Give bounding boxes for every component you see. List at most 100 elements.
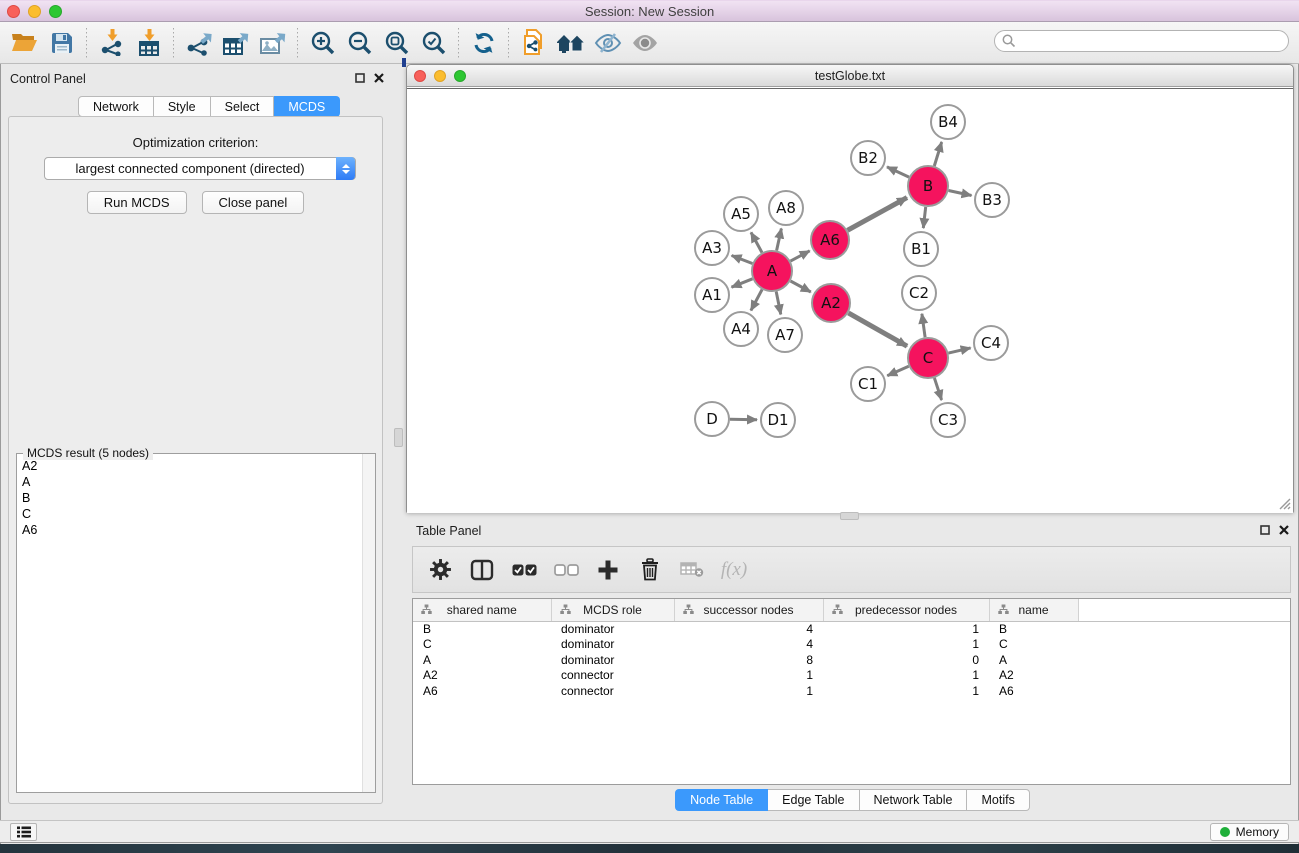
table-cell[interactable]: 1 bbox=[823, 683, 989, 699]
table-cell[interactable]: 1 bbox=[674, 668, 823, 684]
import-network-button[interactable] bbox=[93, 25, 130, 61]
table-row[interactable]: Bdominator41B bbox=[413, 621, 1291, 637]
graph-edge-B-B2[interactable] bbox=[887, 167, 909, 177]
table-cell[interactable]: A bbox=[413, 652, 551, 668]
graph-node-A6[interactable]: A6 bbox=[811, 221, 849, 259]
table-cell[interactable]: 1 bbox=[823, 621, 989, 637]
network-window-titlebar[interactable]: testGlobe.txt bbox=[407, 65, 1293, 87]
delete-table-button[interactable] bbox=[679, 562, 705, 577]
zoom-fit-button[interactable] bbox=[378, 25, 415, 61]
table-cell[interactable]: connector bbox=[551, 668, 674, 684]
graph-edge-A2-C[interactable] bbox=[848, 313, 907, 346]
close-panel-icon[interactable] bbox=[1279, 525, 1289, 535]
table-cell[interactable]: 1 bbox=[674, 683, 823, 699]
task-history-button[interactable] bbox=[10, 823, 37, 841]
memory-button[interactable]: Memory bbox=[1210, 823, 1289, 841]
graph-node-B1[interactable]: B1 bbox=[904, 232, 938, 266]
table-cell[interactable]: connector bbox=[551, 683, 674, 699]
float-panel-icon[interactable] bbox=[355, 73, 365, 83]
export-image-button[interactable] bbox=[254, 25, 291, 61]
graph-node-B3[interactable]: B3 bbox=[975, 183, 1009, 217]
search-input[interactable] bbox=[994, 30, 1289, 52]
graph-edge-A-A8[interactable] bbox=[777, 229, 782, 251]
graph-node-A4[interactable]: A4 bbox=[724, 312, 758, 346]
table-cell[interactable]: A2 bbox=[989, 668, 1078, 684]
graph-edge-C-C3[interactable] bbox=[934, 378, 941, 400]
graph-node-A2[interactable]: A2 bbox=[812, 284, 850, 322]
table-cell[interactable]: dominator bbox=[551, 637, 674, 653]
table-cell[interactable]: A6 bbox=[413, 683, 551, 699]
table-cell[interactable]: 4 bbox=[674, 621, 823, 637]
graph-node-B2[interactable]: B2 bbox=[851, 141, 885, 175]
close-window-button[interactable] bbox=[7, 5, 20, 18]
table-row[interactable]: A6connector11A6 bbox=[413, 683, 1291, 699]
table-cell[interactable]: 1 bbox=[823, 637, 989, 653]
export-network-button[interactable] bbox=[180, 25, 217, 61]
graph-node-D[interactable]: D bbox=[695, 402, 729, 436]
graph-node-A7[interactable]: A7 bbox=[768, 318, 802, 352]
graph-node-A1[interactable]: A1 bbox=[695, 278, 729, 312]
first-neighbors-button[interactable] bbox=[552, 25, 589, 61]
column-header-shared-name[interactable]: shared name bbox=[413, 599, 551, 621]
minimize-window-button[interactable] bbox=[28, 5, 41, 18]
resize-grip-icon[interactable] bbox=[1277, 496, 1291, 510]
refresh-button[interactable] bbox=[465, 25, 502, 61]
table-cell[interactable]: A bbox=[989, 652, 1078, 668]
zoom-selected-button[interactable] bbox=[415, 25, 452, 61]
table-cell[interactable]: dominator bbox=[551, 621, 674, 637]
table-cell[interactable]: 4 bbox=[674, 637, 823, 653]
table-cell[interactable]: C bbox=[989, 637, 1078, 653]
graph-edge-B-B1[interactable] bbox=[923, 207, 925, 228]
graph-edge-A-A3[interactable] bbox=[732, 256, 753, 264]
add-column-button[interactable] bbox=[595, 559, 621, 581]
table-cell[interactable]: 8 bbox=[674, 652, 823, 668]
graph-node-A3[interactable]: A3 bbox=[695, 231, 729, 265]
zoom-in-button[interactable] bbox=[304, 25, 341, 61]
tab-node-table[interactable]: Node Table bbox=[675, 789, 768, 811]
table-cell[interactable]: 0 bbox=[823, 652, 989, 668]
graph-node-C3[interactable]: C3 bbox=[931, 403, 965, 437]
graph-edge-A6-B[interactable] bbox=[848, 198, 908, 231]
table-cell[interactable]: dominator bbox=[551, 652, 674, 668]
table-cell[interactable]: A6 bbox=[989, 683, 1078, 699]
table-settings-button[interactable] bbox=[427, 558, 453, 581]
column-header-MCDS-role[interactable]: MCDS role bbox=[551, 599, 674, 621]
table-row[interactable]: Cdominator41C bbox=[413, 637, 1291, 653]
hide-selected-button[interactable] bbox=[589, 25, 626, 61]
graph-edge-C-C2[interactable] bbox=[922, 314, 925, 337]
graph-node-B[interactable]: B bbox=[908, 166, 948, 206]
criterion-dropdown[interactable]: largest connected component (directed) bbox=[44, 157, 356, 180]
float-panel-icon[interactable] bbox=[1260, 525, 1270, 535]
network-from-file-button[interactable] bbox=[515, 25, 552, 61]
graph-edge-A-A2[interactable] bbox=[791, 281, 811, 292]
column-header-successor-nodes[interactable]: successor nodes bbox=[674, 599, 823, 621]
column-visibility-button[interactable] bbox=[469, 559, 495, 581]
graph-edge-A-A4[interactable] bbox=[751, 290, 762, 311]
table-cell[interactable]: B bbox=[989, 621, 1078, 637]
tab-edge-table[interactable]: Edge Table bbox=[768, 789, 859, 811]
mcds-result-item[interactable]: C bbox=[22, 506, 363, 522]
graph-edge-A-A1[interactable] bbox=[732, 279, 753, 287]
table-row[interactable]: A2connector11A2 bbox=[413, 668, 1291, 684]
table-cell[interactable]: A2 bbox=[413, 668, 551, 684]
table-cell[interactable]: B bbox=[413, 621, 551, 637]
column-header-predecessor-nodes[interactable]: predecessor nodes bbox=[823, 599, 989, 621]
tab-style[interactable]: Style bbox=[154, 96, 211, 117]
graph-edge-B-B3[interactable] bbox=[949, 191, 972, 196]
graph-node-C4[interactable]: C4 bbox=[974, 326, 1008, 360]
maximize-window-button[interactable] bbox=[49, 5, 62, 18]
network-canvas[interactable]: AA6A2BCA5A8A3A1A4A7B4B2B3B1C2C4C1C3DD1 bbox=[407, 88, 1293, 513]
mcds-result-item[interactable]: A bbox=[22, 474, 363, 490]
vertical-splitter-handle[interactable] bbox=[394, 428, 403, 447]
run-mcds-button[interactable]: Run MCDS bbox=[87, 191, 187, 214]
close-panel-icon[interactable] bbox=[374, 73, 384, 83]
mcds-result-item[interactable]: A2 bbox=[22, 458, 363, 474]
close-panel-button[interactable]: Close panel bbox=[202, 191, 305, 214]
deselect-all-button[interactable] bbox=[553, 564, 579, 576]
table-row[interactable]: Adominator80A bbox=[413, 652, 1291, 668]
table-cell[interactable]: 1 bbox=[823, 668, 989, 684]
graph-node-D1[interactable]: D1 bbox=[761, 403, 795, 437]
network-maximize-button[interactable] bbox=[454, 70, 466, 82]
graph-node-B4[interactable]: B4 bbox=[931, 105, 965, 139]
graph-node-C2[interactable]: C2 bbox=[902, 276, 936, 310]
